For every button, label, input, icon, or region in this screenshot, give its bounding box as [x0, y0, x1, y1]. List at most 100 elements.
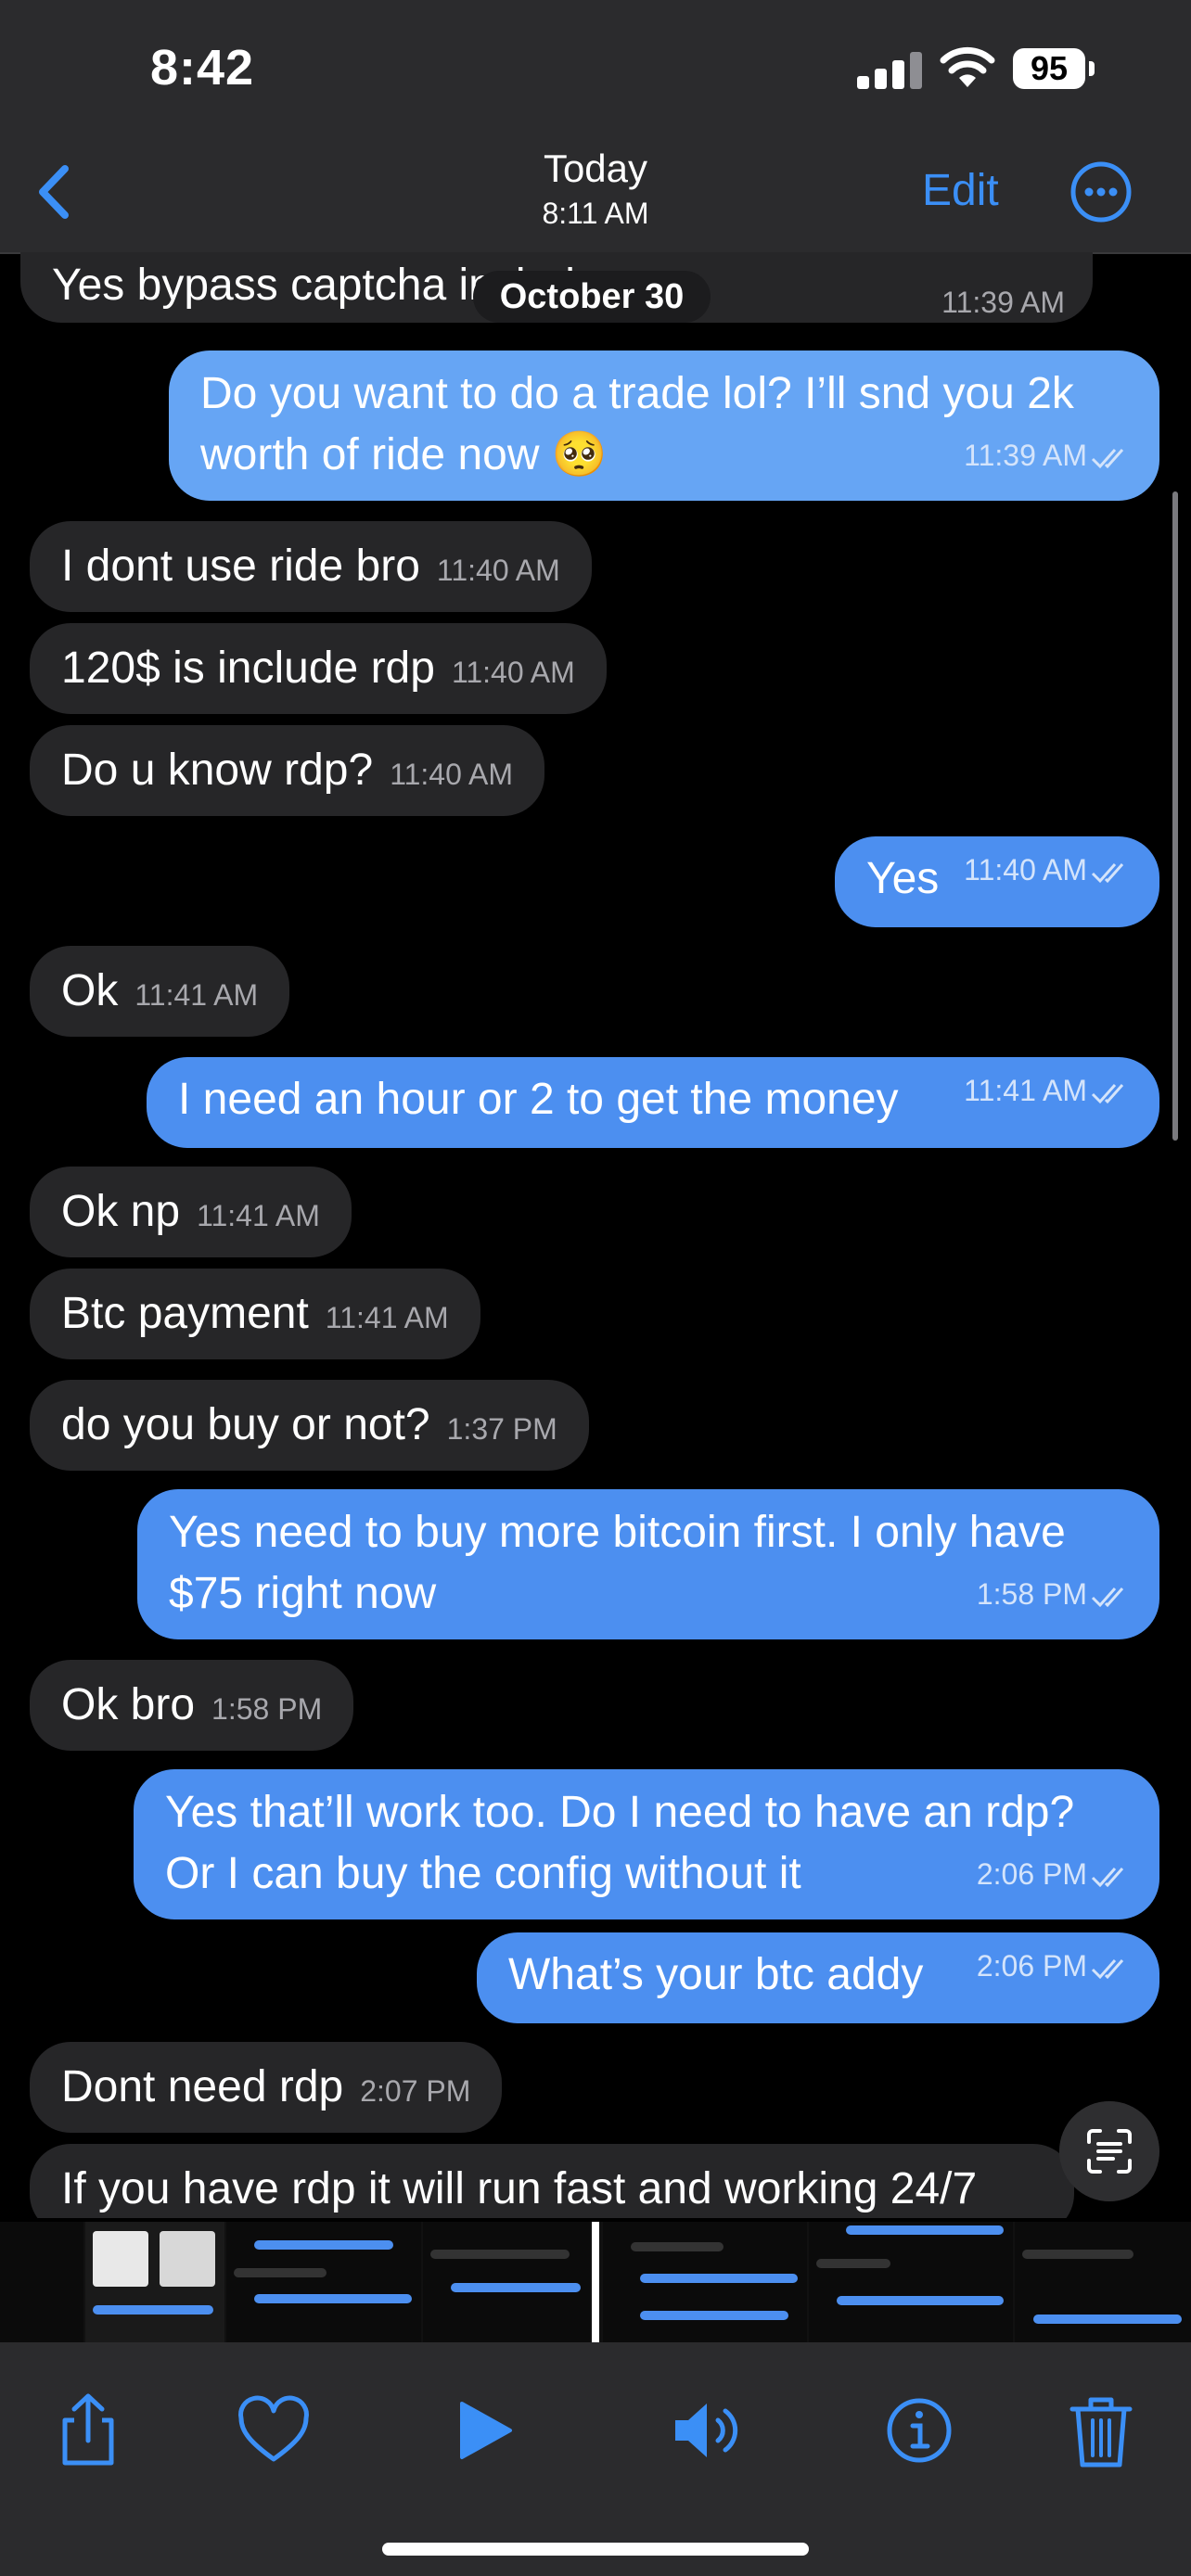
message-text: 120$ is include rdp [61, 644, 435, 693]
message-text-line: Yes that’ll work too. Do I need to have … [165, 1788, 1075, 1837]
message-bubble-incoming[interactable]: Ok np 11:41 AM [30, 1167, 352, 1257]
message-bubble-incoming[interactable]: Ok bro 1:58 PM [30, 1660, 354, 1751]
edit-button[interactable]: Edit [922, 165, 999, 216]
cellular-signal-icon [857, 52, 922, 89]
message-text: Yes [866, 854, 940, 903]
message-time: 11:41 AM [964, 1048, 1132, 1133]
message-time: 1:58 PM [211, 1692, 323, 1726]
message-time: 11:41 AM [197, 1199, 320, 1232]
thumbnail-content [631, 2242, 724, 2251]
thumbnail-selected[interactable] [592, 2222, 599, 2342]
date-separator: October 30 [473, 271, 711, 323]
message-bubble-outgoing[interactable]: Do you want to do a trade lol? I’ll snd … [169, 351, 1159, 501]
read-receipt-icon [1091, 448, 1124, 468]
message-bubble-outgoing[interactable]: Yes 11:40 AM [835, 836, 1159, 927]
heart-icon[interactable] [232, 2389, 315, 2472]
message-time: 11:41 AM [134, 978, 259, 1012]
thumbnail-content [234, 2268, 327, 2277]
photo-thumbnail-strip[interactable] [0, 2222, 1191, 2342]
message-bubble-outgoing[interactable]: I need an hour or 2 to get the money 11:… [147, 1057, 1159, 1148]
message-text: What’s your btc addy [508, 1950, 924, 1999]
thumbnail[interactable] [85, 2222, 224, 2342]
message-bubble-incoming[interactable]: Ok 11:41 AM [30, 946, 290, 1037]
battery-tip [1089, 61, 1095, 76]
message-bubble-outgoing[interactable]: What’s your btc addy 2:06 PM [477, 1932, 1159, 2023]
message-time: 2:07 PM [360, 2074, 471, 2108]
message-bubble-outgoing[interactable]: Yes need to buy more bitcoin first. I on… [137, 1489, 1159, 1639]
message-time: 11:40 AM [436, 554, 560, 587]
thumbnail-content [254, 2294, 412, 2303]
message-text: Dont need rdp [61, 2062, 344, 2111]
read-receipt-icon [1091, 862, 1124, 883]
share-icon[interactable] [46, 2389, 130, 2472]
nav-subtitle-time: 8:11 AM [542, 197, 649, 230]
message-text-line: Yes need to buy more bitcoin first. I on… [169, 1508, 1066, 1557]
thumbnail-content [160, 2231, 215, 2287]
message-time: 11:40 AM [451, 656, 575, 689]
read-receipt-icon [1091, 1083, 1124, 1103]
read-receipt-icon [1091, 1867, 1124, 1887]
message-bubble-incoming[interactable]: Dont need rdp 2:07 PM [30, 2042, 503, 2133]
message-time: 2:06 PM [977, 1923, 1132, 2009]
message-bubble-outgoing[interactable]: Yes that’ll work too. Do I need to have … [134, 1769, 1159, 1919]
message-time: 1:58 PM [977, 1563, 1132, 1625]
message-text: If you have rdp it will run fast and wor… [61, 2164, 978, 2213]
thumbnail-content [640, 2311, 788, 2320]
thumbnail[interactable] [0, 2222, 83, 2342]
bottom-toolbar [0, 2342, 1191, 2576]
message-time: 11:40 AM [964, 827, 1132, 912]
message-text: Ok bro [61, 1680, 196, 1729]
more-options-icon[interactable] [1069, 159, 1133, 224]
nav-title-date: Today [543, 147, 648, 190]
thumbnail-content [1022, 2250, 1133, 2259]
thumbnail-content [451, 2283, 581, 2292]
thumbnail-content [846, 2225, 1004, 2235]
thumbnail-content [430, 2250, 570, 2259]
message-time: 11:39 AM [964, 425, 1132, 486]
message-time: 11:39 AM [941, 286, 1065, 319]
message-text: Ok np [61, 1187, 181, 1236]
trash-icon[interactable] [1059, 2389, 1143, 2472]
message-bubble-incoming[interactable]: I dont use ride bro 11:40 AM [30, 521, 592, 612]
thumbnail-content [93, 2231, 148, 2287]
read-receipt-icon [1091, 1587, 1124, 1607]
message-text: Ok [61, 966, 119, 1015]
message-text-line: Do you want to do a trade lol? I’ll snd … [200, 369, 1074, 418]
thumbnail-content [816, 2259, 890, 2268]
message-text: Btc payment [61, 1289, 309, 1338]
thumbnail-content [640, 2274, 798, 2283]
status-bar: 8:42 95 [0, 0, 1191, 139]
message-bubble-incoming[interactable]: Do u know rdp? 11:40 AM [30, 725, 545, 816]
message-text: Do u know rdp? [61, 746, 374, 795]
home-indicator[interactable] [382, 2543, 809, 2556]
message-thread[interactable]: Yes bypass captcha include 11:39 AM Octo… [0, 252, 1191, 2218]
message-time: 1:37 PM [446, 1412, 557, 1446]
thumbnail[interactable] [226, 2222, 421, 2342]
message-time: 11:40 AM [390, 758, 514, 791]
message-time: 2:06 PM [977, 1843, 1132, 1905]
info-icon[interactable] [877, 2389, 961, 2472]
message-text: I need an hour or 2 to get the money [178, 1075, 899, 1124]
thumbnail-content [837, 2296, 1004, 2305]
nav-bar: Today 8:11 AM Edit [0, 139, 1191, 254]
thumbnail[interactable] [423, 2222, 590, 2342]
status-time: 8:42 [150, 40, 255, 96]
battery-icon: 95 [1013, 48, 1085, 89]
message-bubble-incoming[interactable]: do you buy or not? 1:37 PM [30, 1380, 589, 1471]
message-bubble-incoming[interactable]: 120$ is include rdp 11:40 AM [30, 623, 607, 714]
message-bubble-incoming[interactable]: Btc payment 11:41 AM [30, 1269, 480, 1359]
live-text-scan-icon[interactable] [1059, 2101, 1159, 2201]
thumbnail-content [1033, 2315, 1182, 2324]
read-receipt-icon [1091, 1958, 1124, 1979]
thumbnail-content [93, 2305, 213, 2315]
message-time: 11:41 AM [325, 1301, 449, 1334]
thumbnail[interactable] [809, 2222, 1013, 2342]
thumbnail-content [254, 2240, 393, 2250]
message-text: I dont use ride bro [61, 542, 420, 591]
play-icon[interactable] [442, 2389, 525, 2472]
thumbnail[interactable] [603, 2222, 807, 2342]
speaker-icon[interactable] [668, 2389, 751, 2472]
message-bubble-incoming[interactable]: If you have rdp it will run fast and wor… [30, 2144, 1074, 2218]
scrollbar[interactable] [1172, 491, 1178, 1141]
thumbnail[interactable] [1015, 2222, 1191, 2342]
